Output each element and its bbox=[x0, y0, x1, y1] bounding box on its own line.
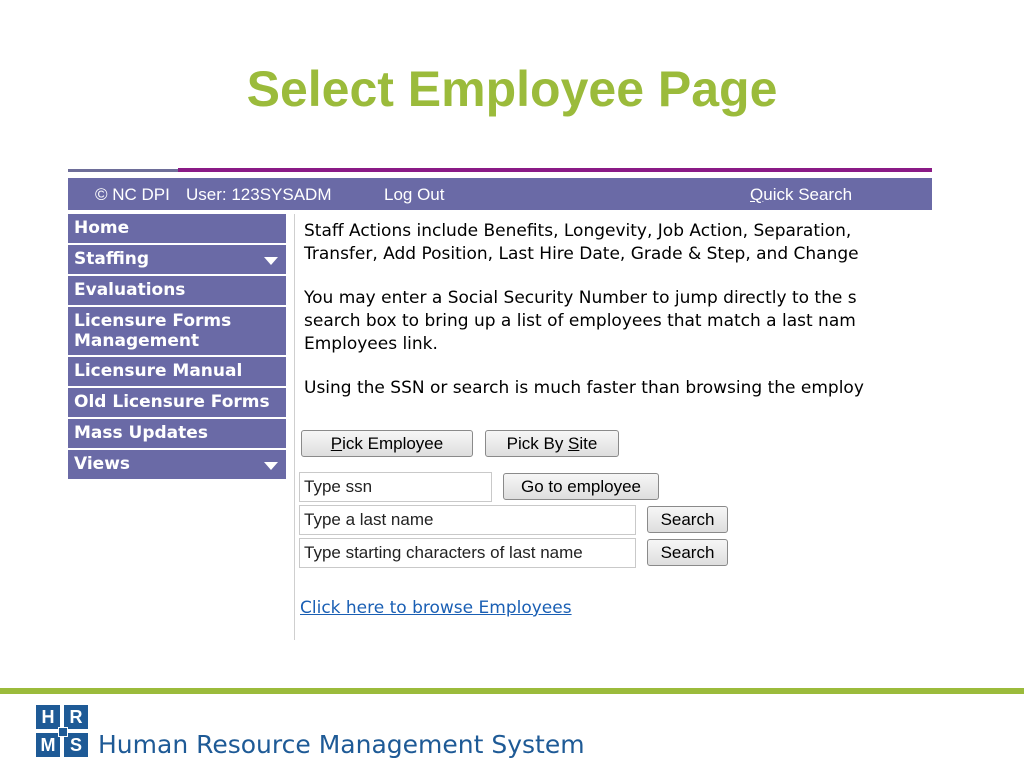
logout-link[interactable]: Log Out bbox=[384, 185, 445, 205]
app-screenshot: © NC DPI User: 123SYSADM Log Out Quick S… bbox=[68, 168, 932, 640]
slide-title: Select Employee Page bbox=[246, 61, 778, 117]
copyright-label: © NC DPI bbox=[95, 185, 170, 204]
go-to-employee-button[interactable]: Go to employee bbox=[503, 473, 659, 500]
sidebar-item-old-licensure-forms[interactable]: Old Licensure Forms bbox=[68, 388, 286, 417]
sidebar-item-licensure-manual[interactable]: Licensure Manual bbox=[68, 357, 286, 386]
top-accent-line bbox=[68, 168, 932, 173]
ssn-input[interactable]: Type ssn bbox=[299, 472, 492, 502]
sidebar-item-evaluations[interactable]: Evaluations bbox=[68, 276, 286, 305]
hrms-logo: H R M S bbox=[36, 705, 88, 757]
browse-employees-link[interactable]: Click here to browse Employees bbox=[300, 598, 572, 618]
user-label: User: 123SYSADM bbox=[186, 185, 332, 204]
sidebar-item-home[interactable]: Home bbox=[68, 214, 286, 243]
sidebar-item-views[interactable]: Views bbox=[68, 450, 286, 479]
main-content: Staff Actions include Benefits, Longevit… bbox=[294, 214, 932, 640]
starting-chars-input[interactable]: Type starting characters of last name bbox=[299, 538, 636, 568]
ssn-instructions-text: You may enter a Social Security Number t… bbox=[304, 288, 857, 354]
staff-actions-text: Staff Actions include Benefits, Longevit… bbox=[304, 221, 859, 264]
sidebar-item-staffing[interactable]: Staffing bbox=[68, 245, 286, 274]
quick-search-link[interactable]: Quick Search bbox=[750, 185, 852, 205]
speed-tip-text: Using the SSN or search is much faster t… bbox=[304, 378, 864, 398]
footer-divider bbox=[0, 688, 1024, 694]
search-starting-chars-button[interactable]: Search bbox=[647, 539, 728, 566]
sidebar-item-licensure-forms-management[interactable]: Licensure Forms Management bbox=[68, 307, 286, 355]
top-nav-bar: © NC DPI User: 123SYSADM Log Out Quick S… bbox=[68, 178, 932, 210]
system-name: Human Resource Management System bbox=[98, 730, 585, 759]
sidebar-item-mass-updates[interactable]: Mass Updates bbox=[68, 419, 286, 448]
search-last-name-button[interactable]: Search bbox=[647, 506, 728, 533]
pick-by-site-button[interactable]: Pick By Site bbox=[485, 430, 619, 457]
sidebar-nav: Home Staffing Evaluations Licensure Form… bbox=[68, 214, 286, 481]
chevron-down-icon bbox=[264, 257, 278, 265]
last-name-input[interactable]: Type a last name bbox=[299, 505, 636, 535]
pick-employee-button[interactable]: Pick Employee bbox=[301, 430, 473, 457]
chevron-down-icon bbox=[264, 462, 278, 470]
